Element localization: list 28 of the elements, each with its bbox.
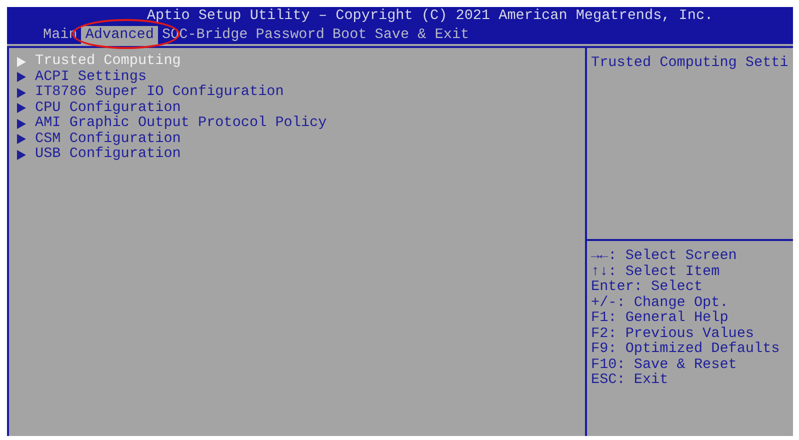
triangle-icon bbox=[17, 103, 26, 114]
menu-tab[interactable]: Advanced bbox=[81, 26, 158, 44]
menu-tab[interactable]: Save & Exit bbox=[370, 26, 474, 44]
key-hint: F9: Optimized Defaults bbox=[591, 342, 781, 358]
key-hint: ↑↓: Select Item bbox=[591, 264, 721, 280]
menu-tab[interactable]: Password bbox=[252, 26, 328, 44]
triangle-icon bbox=[17, 150, 26, 160]
menu-item[interactable]: CSM Configuration bbox=[17, 132, 585, 147]
help-description: Trusted Computing Setti bbox=[587, 48, 793, 241]
menu-item[interactable]: IT8786 Super IO Configuration bbox=[17, 85, 585, 100]
menu-item[interactable]: ACPI Settings bbox=[17, 70, 585, 85]
key-hint: Enter: Select bbox=[591, 280, 704, 296]
key-hint: F10: Save & Reset bbox=[591, 358, 738, 372]
triangle-icon bbox=[17, 134, 26, 144]
menu-item[interactable]: USB Configuration bbox=[17, 147, 585, 162]
key-hint: →←: Select Screen bbox=[591, 249, 738, 264]
key-hint: ESC: Exit bbox=[591, 373, 670, 388]
triangle-icon bbox=[17, 72, 26, 82]
key-hint: +/-: Change Opt. bbox=[591, 296, 730, 310]
menu-tab[interactable]: Boot bbox=[328, 26, 371, 44]
triangle-icon bbox=[17, 56, 26, 67]
menu-item[interactable]: AMI Graphic Output Protocol Policy bbox=[17, 116, 585, 132]
triangle-icon bbox=[17, 88, 26, 98]
window-title: Aptio Setup Utility – Copyright (C) 2021 American Megatrends, Inc. bbox=[146, 7, 714, 25]
key-hint: F1: General Help bbox=[591, 311, 730, 326]
triangle-icon bbox=[17, 118, 26, 129]
menu-item[interactable]: CPU Configuration bbox=[17, 100, 585, 116]
key-hint: F2: Previous Values bbox=[591, 326, 756, 342]
